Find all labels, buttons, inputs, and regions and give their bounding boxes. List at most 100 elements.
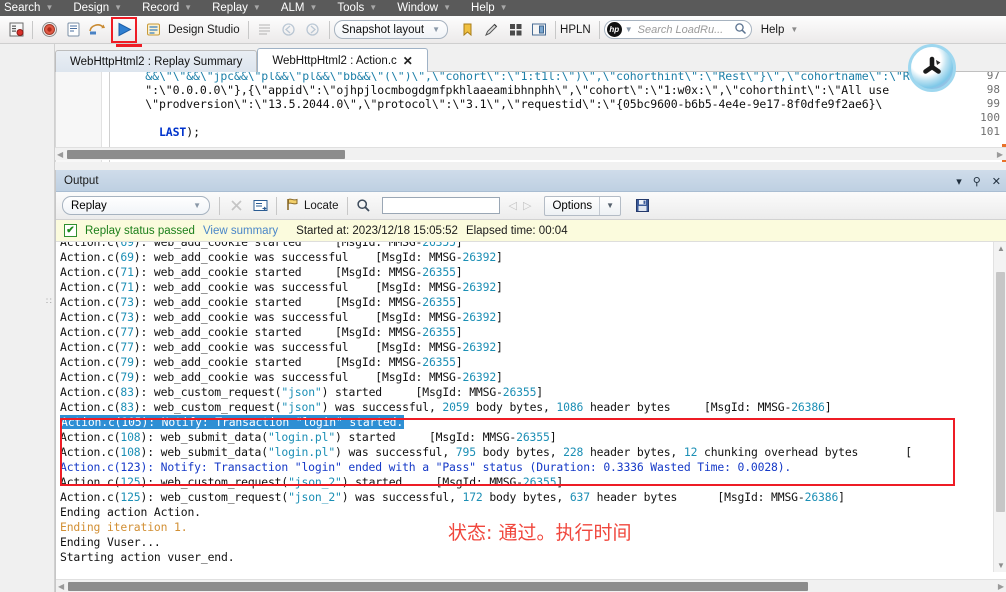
chevron-down-icon[interactable]: ▼ bbox=[625, 25, 633, 34]
output-panel-title-bar: Output ▾ ⚲ ✕ bbox=[56, 170, 1006, 192]
menu-item-window[interactable]: Window ▼ bbox=[397, 2, 451, 14]
log-line[interactable]: Action.c(123): Notify: Transaction "logi… bbox=[60, 460, 791, 474]
log-line[interactable]: Action.c(125): web_custom_request("json_… bbox=[60, 490, 845, 504]
log-line-text: Action.c(79): web_add_cookie was success… bbox=[60, 370, 503, 384]
log-line[interactable]: Action.c(108): web_submit_data("login.pl… bbox=[60, 430, 557, 444]
design-studio-label[interactable]: Design Studio bbox=[168, 24, 240, 36]
log-token: body bytes, bbox=[469, 400, 557, 414]
log-token: Action.c(123): Notify: Transaction "logi… bbox=[60, 460, 792, 474]
log-line[interactable]: Action.c(71): web_add_cookie started [Ms… bbox=[60, 265, 463, 279]
step-forward-icon bbox=[302, 19, 324, 41]
log-token: Action.c( bbox=[60, 355, 121, 369]
record-icon[interactable] bbox=[38, 19, 60, 41]
log-line[interactable]: Action.c(73): web_add_cookie started [Ms… bbox=[60, 295, 463, 309]
log-token: ) started [MsgId: MMSG- bbox=[321, 385, 503, 399]
search-input[interactable]: Search LoadRu... bbox=[633, 24, 734, 36]
log-horizontal-scrollbar[interactable]: ◀ ▶ bbox=[56, 579, 1006, 592]
record-options-icon[interactable] bbox=[5, 19, 27, 41]
menu-item-tools[interactable]: Tools ▼ bbox=[337, 2, 377, 14]
find-magnifier-icon[interactable] bbox=[353, 195, 375, 217]
menu-item-help[interactable]: Help ▼ bbox=[471, 2, 508, 14]
bookmark-icon[interactable] bbox=[456, 19, 478, 41]
log-token: ): web_add_cookie started [MsgId: MMSG- bbox=[133, 355, 423, 369]
log-line[interactable]: Action.c(83): web_custom_request("json")… bbox=[60, 385, 543, 399]
log-token: 12 bbox=[683, 445, 698, 459]
menu-item-design[interactable]: Design ▼ bbox=[73, 2, 122, 14]
log-token: ) was successful, bbox=[335, 445, 456, 459]
scroll-up-arrow-icon[interactable]: ▲ bbox=[997, 244, 1005, 253]
pencil-icon[interactable] bbox=[480, 19, 502, 41]
log-line[interactable]: Action.c(79): web_add_cookie was success… bbox=[60, 370, 503, 384]
code-line: \"prodversion\":\"13.5.2044.0\",\"protoc… bbox=[118, 97, 883, 111]
menu-item-alm[interactable]: ALM ▼ bbox=[281, 2, 318, 14]
view-summary-link[interactable]: View summary bbox=[203, 225, 278, 237]
panel-icon[interactable] bbox=[528, 19, 550, 41]
close-icon[interactable]: ✕ bbox=[403, 54, 413, 68]
log-line[interactable]: Action.c(79): web_add_cookie started [Ms… bbox=[60, 355, 463, 369]
hpln-button[interactable]: HPLN bbox=[560, 24, 591, 36]
save-output-icon[interactable] bbox=[631, 195, 653, 217]
log-line[interactable]: Action.c(69): web_add_cookie was success… bbox=[60, 250, 503, 264]
splitter-handle[interactable]: ∷ bbox=[46, 297, 52, 306]
close-icon[interactable]: ✕ bbox=[992, 175, 1001, 188]
panel-menu-icon[interactable]: ▾ bbox=[956, 175, 962, 188]
run-play-icon[interactable] bbox=[111, 16, 137, 43]
code-tail: ); bbox=[186, 125, 200, 139]
pin-icon[interactable]: ⚲ bbox=[973, 175, 981, 188]
scroll-down-arrow-icon[interactable]: ▼ bbox=[997, 561, 1005, 570]
search-loadrunner-box[interactable]: hp ▼ Search LoadRu... bbox=[603, 20, 752, 39]
log-line[interactable]: Action.c(73): web_add_cookie was success… bbox=[60, 310, 503, 324]
log-line-text: Ending Vuser... bbox=[60, 535, 161, 549]
replay-arrow-icon[interactable] bbox=[86, 19, 108, 41]
options-button[interactable]: Options ▼ bbox=[544, 195, 622, 216]
log-line[interactable]: Action.c(83): web_custom_request("json")… bbox=[60, 400, 832, 414]
log-vertical-scrollbar[interactable]: ▲ ▼ bbox=[993, 242, 1006, 572]
log-line[interactable]: Action.c(105): Notify: Transaction "logi… bbox=[60, 415, 405, 429]
log-line[interactable]: Action.c(77): web_add_cookie started [Ms… bbox=[60, 325, 463, 339]
scroll-right-arrow-icon[interactable]: ▶ bbox=[998, 582, 1004, 591]
toolbar-separator bbox=[555, 20, 557, 39]
scrollbar-thumb[interactable] bbox=[67, 150, 345, 159]
magnifier-icon[interactable] bbox=[734, 22, 747, 38]
locate-button[interactable]: Locate bbox=[285, 197, 339, 214]
code-line: ":\"0.0.0.0\"},{\"appid\":\"ojhpjlocmbog… bbox=[118, 83, 890, 97]
grid-icon[interactable] bbox=[504, 19, 526, 41]
replay-status-text: Replay status passed bbox=[85, 224, 195, 237]
output-source-select[interactable]: Replay ▼ bbox=[62, 196, 210, 215]
scroll-left-arrow-icon[interactable]: ◀ bbox=[57, 150, 63, 159]
line-number: 101 bbox=[980, 125, 1000, 138]
menu-item-record[interactable]: Record ▼ bbox=[142, 2, 192, 14]
log-line[interactable]: Ending iteration 1. bbox=[60, 520, 188, 534]
scrollbar-thumb[interactable] bbox=[68, 582, 808, 591]
log-line[interactable]: Action.c(69): web_add_cookie started [Ms… bbox=[60, 242, 463, 249]
tab-replay-summary[interactable]: WebHttpHtml2 : Replay Summary bbox=[55, 50, 258, 72]
log-line[interactable]: Action.c(108): web_submit_data("login.pl… bbox=[60, 445, 912, 459]
log-line[interactable]: Ending action Action. bbox=[60, 505, 201, 519]
menu-item-replay[interactable]: Replay ▼ bbox=[212, 2, 261, 14]
editor-horizontal-scrollbar[interactable]: ◀ ▶ bbox=[55, 147, 1006, 160]
log-line[interactable]: Action.c(125): web_custom_request("json_… bbox=[60, 475, 563, 489]
scroll-left-arrow-icon[interactable]: ◀ bbox=[58, 582, 64, 591]
log-token: "login.pl" bbox=[267, 430, 336, 444]
log-line[interactable]: Action.c(71): web_add_cookie was success… bbox=[60, 280, 503, 294]
log-token: 26392 bbox=[462, 370, 497, 384]
log-line[interactable]: Starting action vuser_end. bbox=[60, 550, 235, 564]
tab-action-c[interactable]: WebHttpHtml2 : Action.c ✕ bbox=[257, 48, 428, 72]
copy-to-editor-icon[interactable] bbox=[249, 195, 271, 217]
menu-item-label: Design bbox=[73, 2, 110, 14]
log-line-text: Action.c(69): web_add_cookie was success… bbox=[60, 250, 503, 264]
find-input[interactable] bbox=[381, 197, 500, 214]
chevron-down-icon[interactable]: ▼ bbox=[790, 25, 798, 34]
log-token: ): web_add_cookie was successful [MsgId:… bbox=[133, 370, 463, 384]
menu-item-search[interactable]: Search ▼ bbox=[4, 2, 53, 14]
snapshot-layout-select[interactable]: Snapshot layout ▼ bbox=[333, 20, 449, 39]
log-line[interactable]: Action.c(77): web_add_cookie was success… bbox=[60, 340, 503, 354]
log-token: ] bbox=[455, 242, 463, 249]
compile-icon[interactable] bbox=[62, 19, 84, 41]
design-studio-icon[interactable] bbox=[142, 19, 164, 41]
help-button[interactable]: Help bbox=[761, 24, 785, 36]
log-line[interactable]: Ending Vuser... bbox=[60, 535, 161, 549]
scrollbar-thumb[interactable] bbox=[996, 272, 1005, 512]
log-token: 26355 bbox=[522, 475, 557, 489]
scroll-right-arrow-icon[interactable]: ▶ bbox=[997, 150, 1003, 159]
